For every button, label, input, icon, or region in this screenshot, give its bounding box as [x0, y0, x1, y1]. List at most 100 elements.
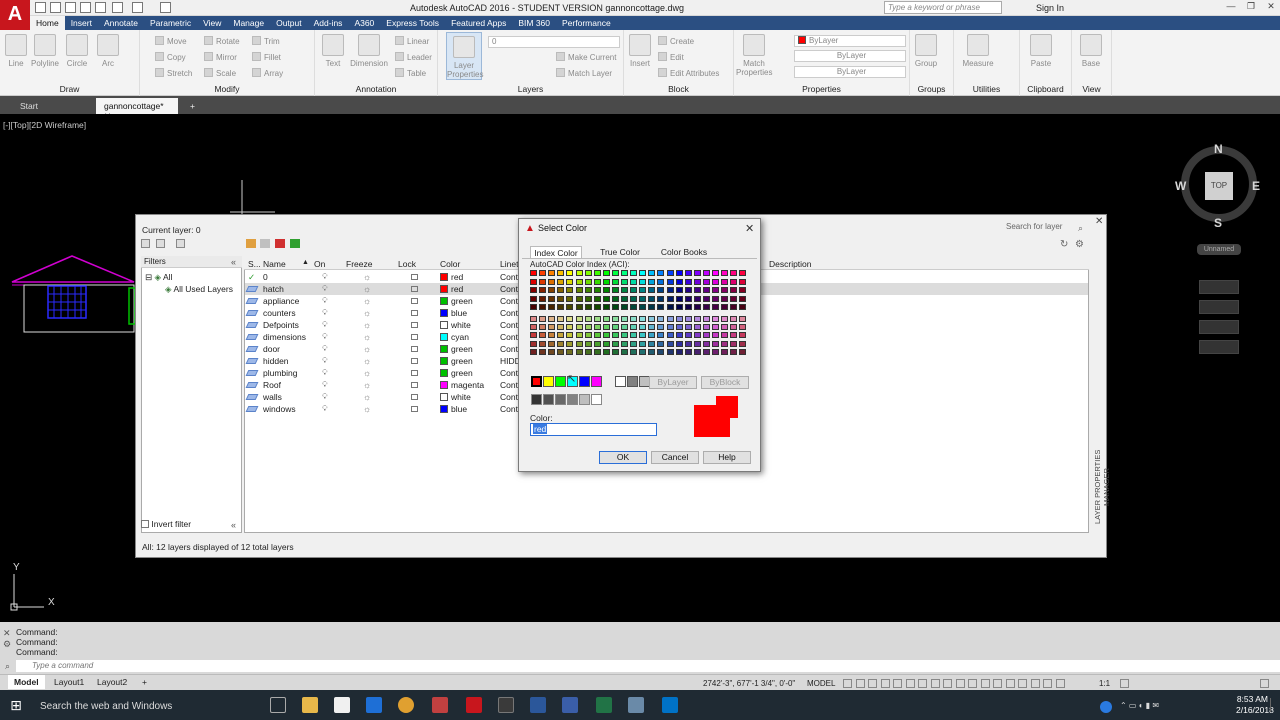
- status-toggle-icon[interactable]: [968, 679, 977, 688]
- layer-dropdown[interactable]: 0: [488, 36, 620, 48]
- aci-swatch[interactable]: [539, 304, 547, 311]
- task-view-icon[interactable]: [270, 697, 286, 713]
- aci-swatch[interactable]: [584, 270, 592, 276]
- aci-swatch[interactable]: [684, 304, 692, 311]
- aci-swatch[interactable]: [666, 287, 674, 294]
- aci-swatch[interactable]: [584, 316, 592, 322]
- layer-linetype[interactable]: Conti: [500, 320, 520, 330]
- color-input[interactable]: red: [530, 423, 657, 436]
- col-freeze[interactable]: Freeze: [346, 259, 372, 269]
- maximize-icon[interactable]: ❐: [1242, 1, 1260, 14]
- sun-icon[interactable]: ☼: [363, 332, 371, 342]
- aci-swatch[interactable]: [548, 295, 556, 302]
- aci-swatch[interactable]: [611, 287, 619, 294]
- lightbulb-icon[interactable]: 💡︎: [322, 392, 328, 402]
- layer-linetype[interactable]: Conti: [500, 392, 520, 402]
- aci-swatch[interactable]: [639, 332, 647, 339]
- aci-swatch[interactable]: [657, 287, 665, 294]
- match-layer-tool[interactable]: Match Layer: [556, 68, 612, 78]
- set-current-icon[interactable]: [290, 239, 300, 248]
- aci-swatch[interactable]: [712, 348, 719, 355]
- aci-swatch[interactable]: [657, 278, 665, 285]
- layer-color-cell[interactable]: green: [440, 296, 473, 306]
- tab-express-tools[interactable]: Express Tools: [380, 16, 445, 30]
- gray-color-swatch[interactable]: [579, 394, 590, 405]
- aci-swatch[interactable]: [721, 287, 729, 294]
- aci-swatch[interactable]: [530, 332, 537, 339]
- aci-swatch[interactable]: [566, 304, 574, 311]
- linear-tool[interactable]: Linear: [395, 36, 429, 46]
- refresh-icon[interactable]: ↻: [1060, 239, 1068, 250]
- dimension-tool[interactable]: Dimension: [349, 34, 389, 68]
- tab-performance[interactable]: Performance: [556, 16, 617, 30]
- aci-swatch[interactable]: [675, 348, 683, 355]
- notification-icon[interactable]: [1270, 698, 1276, 712]
- paste-tool[interactable]: Paste: [1026, 34, 1056, 68]
- aci-swatch[interactable]: [575, 304, 583, 311]
- share-icon[interactable]: [160, 2, 171, 13]
- mirror-tool[interactable]: Mirror: [204, 52, 237, 62]
- fillet-tool[interactable]: Fillet: [252, 52, 281, 62]
- aci-swatch[interactable]: [684, 348, 692, 355]
- aci-swatch[interactable]: [539, 287, 547, 294]
- aci-swatch[interactable]: [693, 332, 701, 339]
- table-tool[interactable]: Table: [395, 68, 426, 78]
- aci-swatch[interactable]: [684, 340, 692, 347]
- aci-swatch[interactable]: [593, 332, 601, 339]
- aci-swatch[interactable]: [630, 270, 638, 276]
- match-properties-tool[interactable]: Match Properties: [736, 34, 772, 77]
- aci-swatch[interactable]: [702, 304, 710, 311]
- aci-swatch[interactable]: [621, 287, 628, 294]
- aci-swatch[interactable]: [721, 324, 729, 331]
- status-toggle-icon[interactable]: [1120, 679, 1129, 688]
- viewcube-north[interactable]: N: [1214, 142, 1223, 156]
- plot-icon[interactable]: [95, 2, 106, 13]
- layer-color-cell[interactable]: green: [440, 356, 473, 366]
- command-settings-icon[interactable]: ⚙: [3, 639, 11, 650]
- leader-tool[interactable]: Leader: [395, 52, 432, 62]
- aci-swatch[interactable]: [693, 278, 701, 285]
- status-toggle-icon[interactable]: [955, 679, 965, 688]
- aci-swatch[interactable]: [611, 295, 619, 302]
- aci-swatch[interactable]: [648, 348, 656, 355]
- linetype-dropdown[interactable]: ByLayer: [794, 50, 906, 62]
- aci-swatch[interactable]: [575, 270, 583, 276]
- aci-swatch[interactable]: [739, 278, 747, 285]
- aci-palette-upper[interactable]: [530, 270, 750, 313]
- aci-swatch[interactable]: [530, 348, 537, 355]
- new-layer-vp-frozen-icon[interactable]: [260, 239, 270, 248]
- aci-swatch[interactable]: [602, 304, 610, 311]
- aci-swatch[interactable]: [630, 304, 638, 311]
- coordinates-readout[interactable]: 2742'-3", 677'-1 3/4", 0'-0": [703, 679, 795, 688]
- unlock-icon[interactable]: [411, 332, 418, 342]
- col-name[interactable]: Name: [263, 259, 286, 269]
- aci-swatch[interactable]: [693, 316, 701, 322]
- command-input[interactable]: Type a command: [16, 660, 1280, 672]
- aci-swatch[interactable]: [584, 295, 592, 302]
- sun-icon[interactable]: ☼: [363, 368, 371, 378]
- aci-swatch[interactable]: [611, 340, 619, 347]
- aci-swatch[interactable]: [566, 287, 574, 294]
- aci-swatch[interactable]: [630, 287, 638, 294]
- aci-swatch[interactable]: [721, 316, 729, 322]
- status-toggle-icon[interactable]: [855, 679, 865, 688]
- drawing-tab[interactable]: gannoncottage* ✕: [96, 98, 178, 121]
- aci-swatch[interactable]: [602, 324, 610, 331]
- aci-swatch[interactable]: [648, 324, 656, 331]
- standard-color-swatch[interactable]: [555, 376, 566, 387]
- layer-name[interactable]: hatch: [263, 284, 284, 294]
- aci-swatch[interactable]: [721, 348, 729, 355]
- aci-swatch[interactable]: [539, 332, 547, 339]
- layer-name[interactable]: Defpoints: [263, 320, 299, 330]
- settings-gear-icon[interactable]: ⚙: [1075, 239, 1084, 250]
- aci-swatch[interactable]: [566, 278, 574, 285]
- lightbulb-icon[interactable]: 💡︎: [322, 320, 328, 330]
- aci-swatch[interactable]: [666, 270, 674, 276]
- aci-swatch[interactable]: [548, 316, 556, 322]
- aci-swatch[interactable]: [712, 270, 719, 276]
- layer-color-cell[interactable]: blue: [440, 404, 467, 414]
- annotation-scale[interactable]: 1:1: [1099, 679, 1110, 688]
- aci-swatch[interactable]: [602, 287, 610, 294]
- layer-name[interactable]: windows: [263, 404, 296, 414]
- layer-name[interactable]: appliance: [263, 296, 299, 306]
